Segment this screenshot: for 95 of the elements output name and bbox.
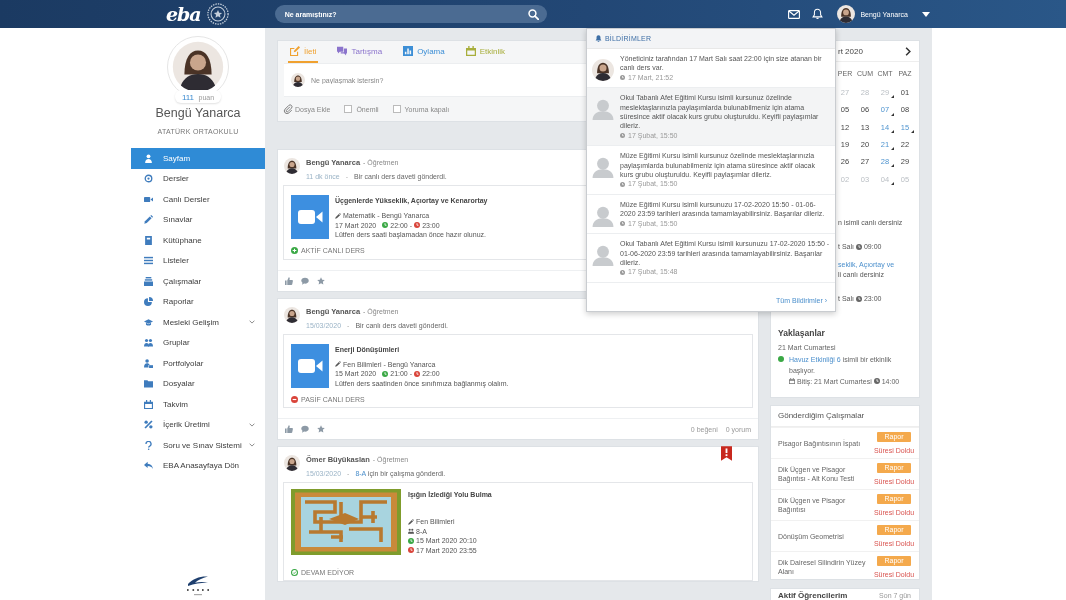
clock-icon (414, 370, 421, 377)
people-icon (408, 528, 414, 535)
paperclip-icon (283, 104, 293, 114)
avatar-icon[interactable] (284, 455, 300, 471)
logo-text[interactable]: eba (166, 3, 201, 25)
clock-icon (873, 378, 880, 385)
pencil-icon (335, 212, 341, 219)
clock-icon (855, 295, 862, 302)
menu-item[interactable]: Kütüphane (131, 230, 265, 251)
notification-item[interactable] (587, 88, 835, 147)
clock-icon (620, 269, 625, 275)
comment-icon[interactable] (301, 425, 309, 433)
question-mark-icon (144, 440, 153, 450)
clock-icon (620, 133, 625, 139)
checkbox[interactable] (344, 105, 353, 113)
ring-check-icon (291, 568, 298, 576)
person-icon (144, 153, 153, 163)
stacked-trays-icon (144, 276, 153, 286)
pie-chart-icon (144, 297, 153, 307)
menu-item[interactable]: Dersler (131, 168, 265, 189)
folder-icon (144, 379, 153, 389)
clock-icon (408, 537, 414, 544)
menu-item[interactable]: Mesleki Gelişim (131, 312, 265, 333)
menu-item[interactable]: Takvim (131, 394, 265, 415)
star-icon[interactable] (317, 425, 325, 433)
card-title: Gönderdiğim Çalışmalar (771, 406, 919, 427)
person-silhouette-icon (592, 204, 614, 227)
menu-item[interactable]: Gruplar (131, 332, 265, 353)
menu-item[interactable]: Sayfam (131, 148, 265, 169)
avatar-icon (592, 59, 614, 81)
list-icon (144, 256, 153, 266)
menu-item[interactable]: İçerik Üretimi (131, 414, 265, 435)
pencil-icon (408, 518, 414, 525)
video-camera-icon (291, 343, 329, 388)
clock-icon (408, 547, 414, 554)
thumbs-up-icon[interactable] (285, 276, 293, 285)
menu-item[interactable]: Soru ve Sınav Sistemi (131, 435, 265, 456)
chevron-down-icon[interactable] (249, 422, 255, 427)
card-title: Aktif Öğrencilerim (778, 591, 848, 600)
video-camera-icon (291, 195, 329, 239)
ring-icon (144, 174, 153, 184)
pencil-icon (335, 361, 341, 368)
person-silhouette-icon (592, 156, 614, 179)
minus-circle-icon (291, 395, 298, 403)
menu-item[interactable]: Portfolyolar (131, 353, 265, 374)
menu-item[interactable]: Listeler (131, 250, 265, 271)
calendar-icon (144, 399, 153, 409)
avatar-icon[interactable] (284, 158, 300, 174)
mail-icon[interactable] (788, 9, 801, 19)
menu-item[interactable]: Sınavlar (131, 209, 265, 230)
caret-icon[interactable] (922, 11, 930, 17)
pencil-icon (144, 215, 153, 225)
avatar-icon (291, 73, 305, 87)
calendar-icon (789, 378, 795, 385)
maze-drawing[interactable] (291, 489, 401, 555)
menu-item[interactable]: Canlı Dersler (131, 189, 265, 210)
people-icon (144, 338, 153, 348)
video-camera-icon (144, 194, 153, 204)
chevron-down-icon[interactable] (249, 320, 255, 325)
person-with-case-icon (144, 358, 153, 368)
section-title: Yaklaşanlar (778, 326, 826, 339)
menu-item[interactable]: Çalışmalar (131, 271, 265, 292)
clock-icon (382, 370, 389, 377)
composer-tab[interactable]: Tartışma (335, 41, 385, 63)
avatar-icon[interactable] (284, 306, 300, 323)
comment-icon[interactable] (301, 276, 309, 285)
person-silhouette-icon (592, 98, 614, 121)
clock-icon (414, 222, 421, 229)
clock-icon (620, 220, 625, 226)
bell-icon (595, 35, 602, 42)
search-icon[interactable] (527, 8, 539, 20)
checkbox[interactable] (392, 105, 401, 113)
star-icon[interactable] (317, 276, 325, 285)
thumbs-up-icon[interactable] (285, 425, 293, 433)
avatar-icon[interactable] (837, 5, 856, 23)
plus-circle-icon (291, 247, 298, 254)
bell-icon[interactable] (812, 8, 824, 20)
person-silhouette-icon (592, 244, 614, 267)
clock-icon (855, 243, 862, 250)
profile-name: Bengü Yanarca (155, 105, 241, 121)
clock-icon (620, 181, 625, 187)
clock-icon (382, 222, 389, 229)
menu-item[interactable]: Raporlar (131, 291, 265, 312)
chevron-right-icon[interactable] (905, 46, 911, 56)
logo-icon (185, 574, 211, 596)
reply-arrow-icon (144, 461, 153, 471)
percent-icon (144, 420, 153, 430)
menu-item[interactable]: Dosyalar (131, 373, 265, 394)
month-label: rt 2020 (838, 46, 863, 56)
graduation-cap-icon (144, 317, 153, 327)
emblem-icon (206, 3, 229, 25)
book-icon (144, 235, 153, 245)
chevron-down-icon[interactable] (249, 443, 255, 448)
menu-item[interactable]: EBA Anasayfaya Dön (131, 455, 265, 476)
clock-icon (620, 75, 625, 80)
